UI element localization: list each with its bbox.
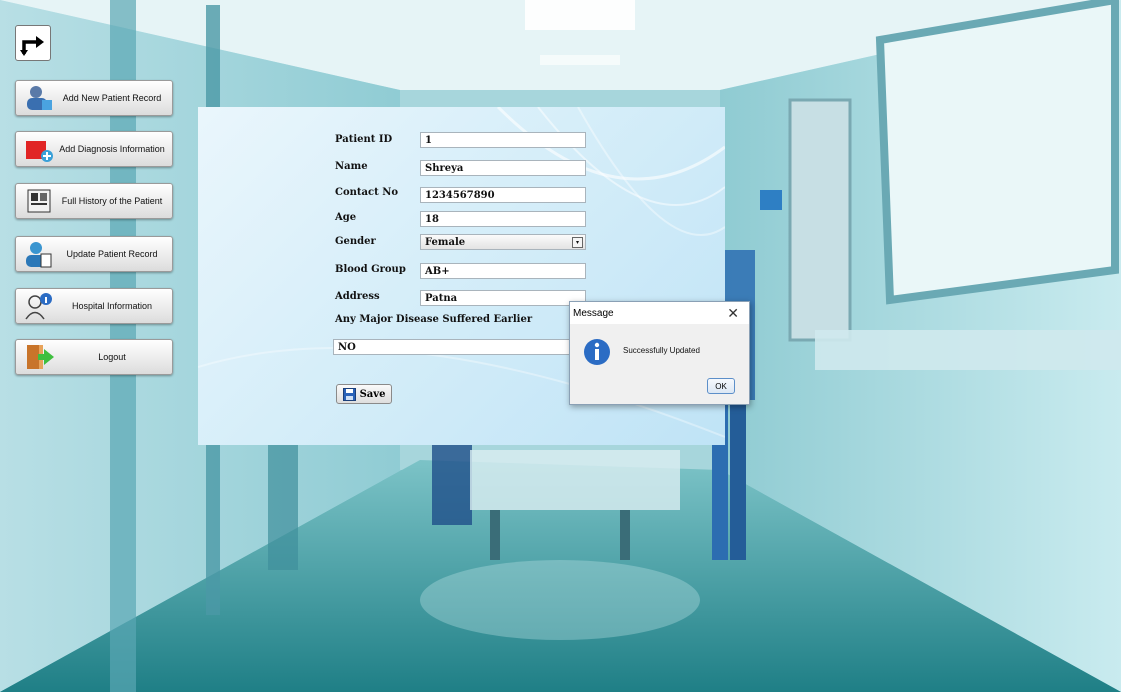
gender-select[interactable]: Female ▾ <box>420 234 586 250</box>
close-icon[interactable]: ✕ <box>727 305 739 322</box>
hospital-info-icon <box>22 291 56 321</box>
nav-label: Hospital Information <box>71 301 153 311</box>
save-button[interactable]: Save <box>336 384 392 404</box>
address-field[interactable]: Patna <box>420 290 586 306</box>
contact-no-field[interactable]: 1234567890 <box>420 187 586 203</box>
address-label: Address <box>335 291 380 302</box>
full-history-of-patient-button[interactable]: Full History of the Patient <box>15 183 173 219</box>
patient-add-icon <box>22 83 56 113</box>
blood-group-label: Blood Group <box>335 264 406 275</box>
patient-update-icon <box>22 239 56 269</box>
name-field[interactable]: Shreya <box>420 160 586 176</box>
logout-icon <box>22 342 56 372</box>
chevron-down-icon[interactable]: ▾ <box>572 237 583 248</box>
nav-label: Add Diagnosis Information <box>59 144 165 154</box>
age-field[interactable]: 18 <box>420 211 586 227</box>
message-dialog: Message ✕ Successfully Updated OK <box>569 301 750 405</box>
logout-button[interactable]: Logout <box>15 339 173 375</box>
nav-label: Update Patient Record <box>66 249 158 259</box>
dialog-title-bar: Message <box>570 302 749 324</box>
add-diagnosis-information-button[interactable]: Add Diagnosis Information <box>15 131 173 167</box>
hospital-information-button[interactable]: Hospital Information <box>15 288 173 324</box>
info-icon <box>584 339 610 365</box>
floppy-disk-icon <box>342 387 356 401</box>
dialog-title: Message <box>573 307 614 319</box>
major-disease-label: Any Major Disease Suffered Earlier <box>335 314 533 325</box>
update-patient-record-button[interactable]: Update Patient Record <box>15 236 173 272</box>
nav-label: Full History of the Patient <box>61 196 163 206</box>
ok-button[interactable]: OK <box>707 378 735 394</box>
gender-label: Gender <box>335 236 376 247</box>
nav-label: Logout <box>98 352 126 362</box>
gender-selected-value: Female <box>425 237 466 248</box>
add-new-patient-record-button[interactable]: Add New Patient Record <box>15 80 173 116</box>
nav-label: Add New Patient Record <box>62 93 162 103</box>
ok-label: OK <box>715 381 727 391</box>
age-label: Age <box>335 212 357 223</box>
diagnosis-add-icon <box>22 134 56 164</box>
save-label: Save <box>359 388 386 400</box>
major-disease-field[interactable]: NO <box>333 339 586 355</box>
patient-history-icon <box>22 186 56 216</box>
patient-id-field[interactable]: 1 <box>420 132 586 148</box>
turn-arrows-icon <box>20 36 44 56</box>
name-label: Name <box>335 161 368 172</box>
patient-id-label: Patient ID <box>335 134 393 145</box>
blood-group-field[interactable]: AB+ <box>420 263 586 279</box>
contact-no-label: Contact No <box>335 187 398 198</box>
switch-view-button[interactable] <box>15 25 51 61</box>
dialog-message: Successfully Updated <box>623 346 700 355</box>
